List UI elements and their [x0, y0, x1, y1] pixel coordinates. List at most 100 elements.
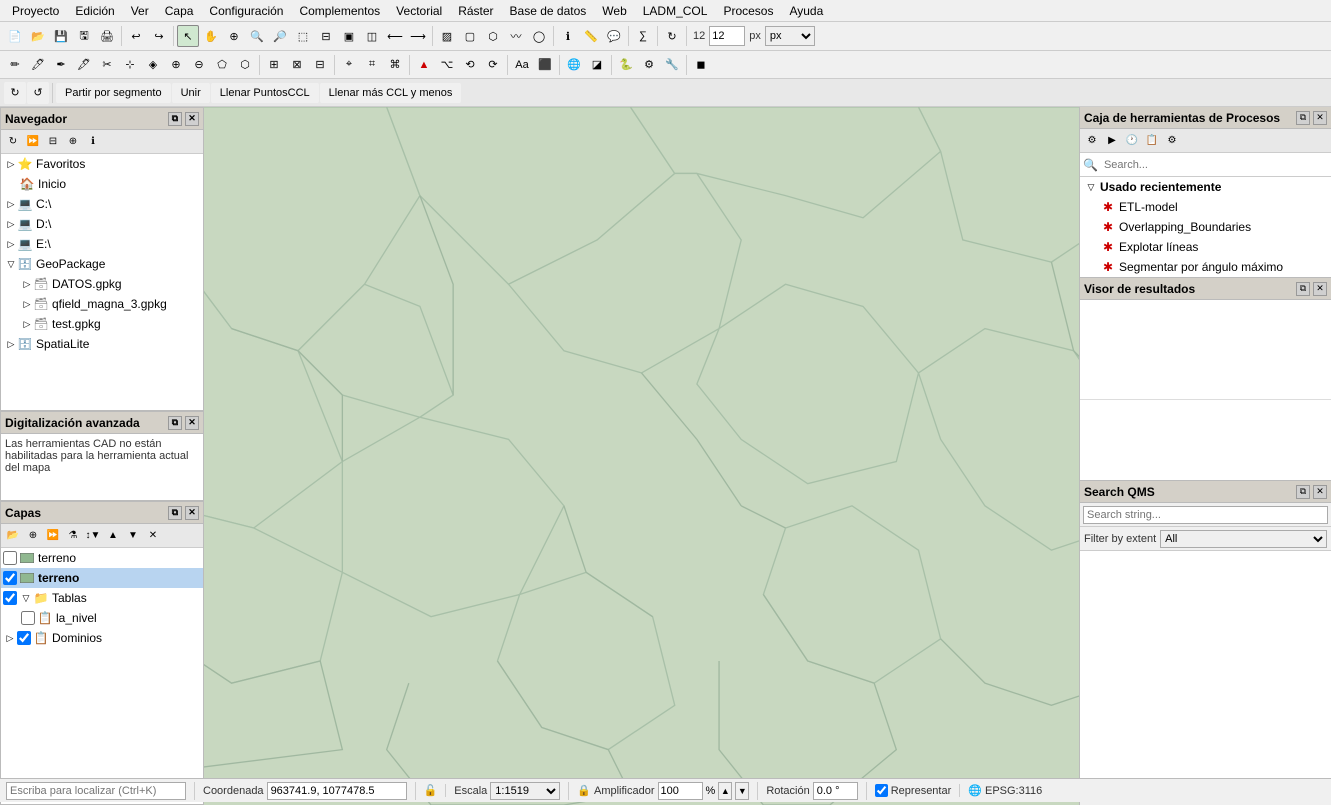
layer-la-nivel-cb[interactable] [21, 611, 35, 625]
zoom-full-btn[interactable]: ⊟ [315, 25, 337, 47]
plugin-btn3[interactable]: 🔧 [661, 54, 683, 76]
nav-test-gpkg[interactable]: ▷ 🗃 test.gpkg [1, 314, 203, 334]
qr-btn[interactable]: ◪ [586, 54, 608, 76]
zoom-back-btn[interactable]: ⟵ [384, 25, 406, 47]
qms-close-btn[interactable]: ✕ [1313, 485, 1327, 499]
pan2-btn[interactable]: ⊕ [223, 25, 245, 47]
nav-spatialite[interactable]: ▷ 🗄 SpatiaLite [1, 334, 203, 354]
edit-tb-btn4[interactable]: 🖋 [73, 54, 95, 76]
menu-web[interactable]: Web [594, 2, 634, 20]
llenar-ccl-btn[interactable]: Llenar más CCL y menos [320, 83, 462, 103]
redo-btn[interactable]: ↪ [148, 25, 170, 47]
layers-close-btn[interactable]: ✕ [185, 506, 199, 520]
edit-tb-btn12[interactable]: ⊞ [263, 54, 285, 76]
menu-ayuda[interactable]: Ayuda [781, 2, 831, 20]
toolbox-search-input[interactable] [1101, 156, 1328, 174]
toolbox-explotar-item[interactable]: ✱ Explotar líneas [1080, 237, 1331, 257]
edit-tb-btn7[interactable]: ◈ [142, 54, 164, 76]
layer-terreno-checked[interactable]: terreno [1, 568, 203, 588]
pan-btn[interactable]: ✋ [200, 25, 222, 47]
edit-tb-btn1[interactable]: ✏ [4, 54, 26, 76]
dominios-arrow[interactable]: ▷ [3, 633, 17, 644]
toolbox-float-btn[interactable]: ⧉ [1296, 111, 1310, 125]
zoom-in-btn[interactable]: 🔍 [246, 25, 268, 47]
edit-tb-btn2[interactable]: 🖊 [27, 54, 49, 76]
nav-sp-arrow[interactable]: ▷ [5, 339, 17, 350]
layer-dominios-cb[interactable] [17, 631, 31, 645]
digit-close-btn[interactable]: ✕ [185, 416, 199, 430]
edit-tb-btn14[interactable]: ⊟ [309, 54, 331, 76]
toolbox-tb-history[interactable]: 🕐 [1123, 132, 1141, 150]
nav-d-arrow[interactable]: ▷ [5, 219, 17, 230]
menu-ladm[interactable]: LADM_COL [635, 2, 716, 20]
unit-select[interactable]: px [765, 26, 815, 46]
digit-float-btn[interactable]: ⧉ [168, 416, 182, 430]
tablas-arrow[interactable]: ▽ [19, 593, 33, 604]
toolbox-overlap-item[interactable]: ✱ Overlapping_Boundaries [1080, 217, 1331, 237]
toolbox-close-btn[interactable]: ✕ [1313, 111, 1327, 125]
identify-btn[interactable]: ℹ [557, 25, 579, 47]
undo-btn[interactable]: ↩ [125, 25, 147, 47]
amp-down-btn[interactable]: ▼ [735, 782, 749, 800]
save-as-btn[interactable]: 🖫 [73, 25, 95, 47]
menu-raster[interactable]: Ráster [450, 2, 501, 20]
edit-tb-btn22[interactable]: Aa [511, 54, 533, 76]
select-poly-btn[interactable]: ⬡ [482, 25, 504, 47]
results-float-btn[interactable]: ⧉ [1296, 282, 1310, 296]
nav-qfield-arrow[interactable]: ▷ [21, 299, 33, 310]
menu-edicion[interactable]: Edición [67, 2, 122, 20]
layers-add-btn[interactable]: ⊕ [24, 527, 42, 545]
edit-tb-btn13[interactable]: ⊠ [286, 54, 308, 76]
layers-remove-btn[interactable]: ✕ [144, 527, 162, 545]
menu-capa[interactable]: Capa [157, 2, 202, 20]
select-rect-btn[interactable]: ▢ [459, 25, 481, 47]
results-close-btn[interactable]: ✕ [1313, 282, 1327, 296]
edit-tb-btn10[interactable]: ⬠ [211, 54, 233, 76]
nav-collapse-btn[interactable]: ⊟ [44, 133, 62, 151]
menu-ver[interactable]: Ver [123, 2, 157, 20]
layer-terreno-unchecked[interactable]: terreno [1, 548, 203, 568]
amp-input[interactable] [658, 782, 703, 800]
nav-datos-arrow[interactable]: ▷ [21, 279, 33, 290]
nav-refresh-btn[interactable]: ↻ [4, 133, 22, 151]
toolbox-etl-item[interactable]: ✱ ETL-model [1080, 197, 1331, 217]
nav-datos-gpkg[interactable]: ▷ 🗃 DATOS.gpkg [1, 274, 203, 294]
zoom-out-btn[interactable]: 🔎 [269, 25, 291, 47]
represent-cb[interactable] [875, 784, 888, 797]
nav-favoritos-arrow[interactable]: ▷ [5, 159, 17, 170]
cursor-btn[interactable]: ↖ [177, 25, 199, 47]
map-canvas[interactable] [204, 107, 1079, 805]
toolbox-tb-results[interactable]: 📋 [1143, 132, 1161, 150]
layers-float-btn[interactable]: ⧉ [168, 506, 182, 520]
rot-input[interactable] [813, 782, 858, 800]
nav-filter-btn[interactable]: ⏩ [24, 133, 42, 151]
zoom-input[interactable] [709, 26, 745, 46]
refresh-btn[interactable]: ↻ [661, 25, 683, 47]
save-btn[interactable]: 💾 [50, 25, 72, 47]
print-layout-btn[interactable]: 🖨 [96, 25, 118, 47]
qms-float-btn[interactable]: ⧉ [1296, 485, 1310, 499]
menu-basedatos[interactable]: Base de datos [502, 2, 595, 20]
partir-segmento-btn[interactable]: Partir por segmento [56, 83, 171, 103]
lock-icon[interactable]: 🔓 [424, 784, 438, 797]
edit-tb-btn20[interactable]: ⟲ [459, 54, 481, 76]
toolbox-tb-settings[interactable]: ⚙ [1083, 132, 1101, 150]
scale-select[interactable]: 1:1519 [490, 782, 560, 800]
new-project-btn[interactable]: 📄 [4, 25, 26, 47]
nav-test-arrow[interactable]: ▷ [21, 319, 33, 330]
coord-input[interactable] [267, 782, 407, 800]
edit-tb-btn17[interactable]: ⌘ [384, 54, 406, 76]
layers-filter-btn[interactable]: ⏩ [44, 527, 62, 545]
nav-geopackage[interactable]: ▽ 🗄 GeoPackage [1, 254, 203, 274]
edit-tb-btn6[interactable]: ⊹ [119, 54, 141, 76]
select-radius-btn[interactable]: ◯ [528, 25, 550, 47]
plugin-btn4[interactable]: ◼ [690, 54, 712, 76]
statistics-btn[interactable]: ∑ [632, 25, 654, 47]
select-all-btn[interactable]: ▨ [436, 25, 458, 47]
nav-drive-c[interactable]: ▷ 💻 C:\ [1, 194, 203, 214]
menu-complementos[interactable]: Complementos [291, 2, 388, 20]
open-btn[interactable]: 📂 [27, 25, 49, 47]
edit-tb-btn11[interactable]: ⬡ [234, 54, 256, 76]
edit-tb-btn3[interactable]: ✒ [50, 54, 72, 76]
zoom-layer-btn[interactable]: ▣ [338, 25, 360, 47]
